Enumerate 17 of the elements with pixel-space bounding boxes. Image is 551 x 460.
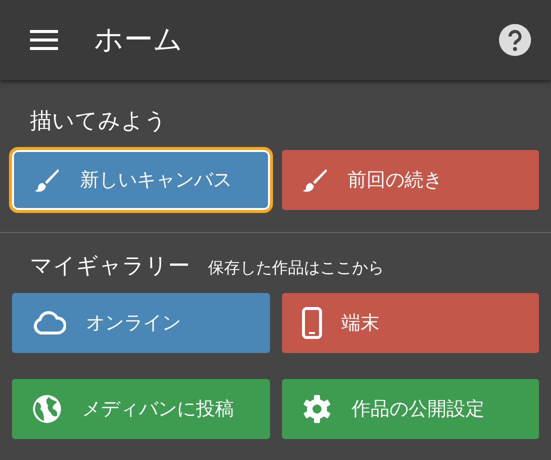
- section-title: 描いてみよう: [30, 108, 167, 136]
- globe-icon: [32, 394, 62, 424]
- page-title: ホーム: [94, 21, 184, 58]
- cloud-icon: [32, 311, 66, 335]
- menu-icon[interactable]: [30, 30, 58, 50]
- action-button[interactable]: 作品の公開設定: [282, 379, 539, 439]
- action-button[interactable]: 端末: [282, 293, 539, 353]
- phone-icon: [302, 307, 322, 339]
- action-button[interactable]: オンライン: [12, 293, 270, 353]
- section-title: マイギャラリー: [30, 253, 190, 281]
- section-subtitle: 保存した作品はここから: [208, 258, 384, 279]
- brush-icon: [302, 167, 328, 193]
- action-button[interactable]: 前回の続き: [282, 150, 539, 210]
- gear-icon: [302, 394, 332, 424]
- brush-icon: [34, 167, 60, 193]
- help-icon[interactable]: [499, 24, 531, 56]
- action-button[interactable]: メディバンに投稿: [12, 379, 270, 439]
